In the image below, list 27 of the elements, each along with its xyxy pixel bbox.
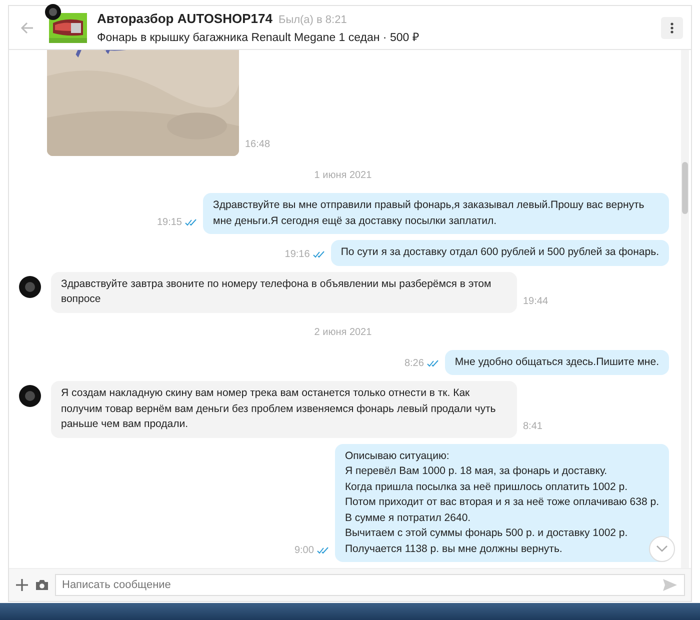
message-time: 16:48: [245, 139, 270, 150]
avatar-icon: [45, 4, 61, 20]
message-bubble: По сути я за доставку отдал 600 рублей и 500 рублей за фонарь.: [330, 240, 669, 266]
camera-icon[interactable]: [35, 578, 49, 592]
message-bubble: Я создам накладную скину вам номер трека вам останется только отнести в тк. Как получим товар вернём вам деньги без проблем извеняемся фонарь левый продали чуть раньше чем вам продали.: [51, 381, 517, 438]
message-input[interactable]: Написать сообщение: [55, 574, 685, 596]
plus-icon[interactable]: [15, 578, 29, 592]
last-seen: Был(а) в 8:21: [278, 14, 347, 26]
message-bubble: Описываю ситуацию: Я перевёл Вам 1000 р. 18 мая, за фонарь и доставку. Когда пришла посылка за неё пришлось оплатить 1002 р. Потом приходит от вас вторая и я за неё тоже оплачиваю 638 р. В сумме я потратил 2640. Вычитаем с этой суммы фонарь 500 р. и доставку 1002 р. Получается 1138 р. вы мне должны вернуть.: [334, 444, 669, 562]
avatar-icon: [19, 276, 41, 298]
listing-title: Фонарь в крышку багажника Renault Megane 1 седан · 500 ₽: [97, 31, 420, 44]
message-time: 19:44: [523, 296, 548, 306]
message-bubble: Мне удобно общаться здесь.Пишите мне.: [444, 350, 669, 375]
back-arrow-icon[interactable]: [19, 20, 35, 36]
message-time: 8:26: [404, 358, 424, 369]
more-menu-icon[interactable]: [661, 16, 683, 38]
avatar-icon: [19, 385, 41, 407]
message-time: 19:16: [284, 248, 310, 260]
message-bubble: Здравствуйте завтра звоните по номеру телефона в объявлении мы разберёмся в этом вопросе: [51, 272, 517, 312]
message-bubble: Здравствуйте вы мне отправили правый фонарь,я заказывал левый.Прошу вас вернуть мне деньги.Я сегодня ещё за доставку посылки заплатил.: [203, 193, 669, 234]
message-time: 9:00: [294, 545, 314, 556]
seller-name: Авторазбор AUTOSHOP174: [97, 11, 272, 26]
date-separator: 2 июня 2021: [314, 326, 372, 338]
message-time: 19:15: [156, 217, 182, 228]
send-icon[interactable]: [663, 579, 677, 591]
message-time: 8:41: [523, 420, 542, 432]
date-separator: 1 июня 2021: [314, 170, 372, 181]
